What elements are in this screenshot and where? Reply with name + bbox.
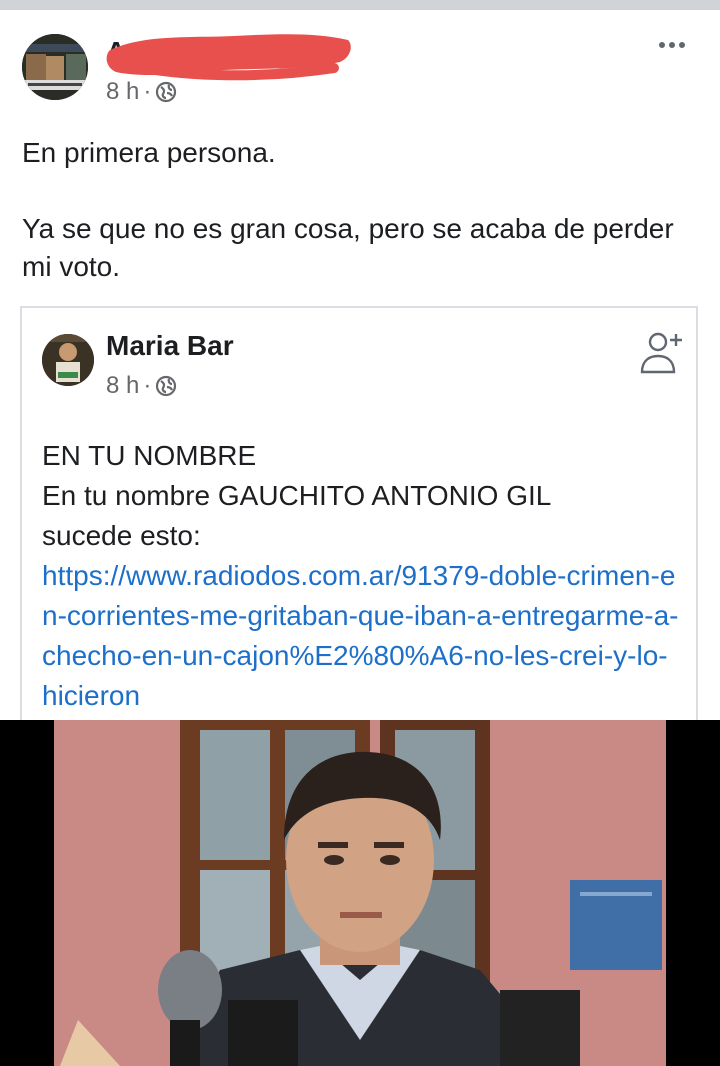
globe-icon: [156, 81, 177, 103]
shared-post-body: EN TU NOMBRE En tu nombre GAUCHITO ANTON…: [42, 436, 682, 716]
more-dot: [679, 42, 685, 48]
shared-text-line: En tu nombre GAUCHITO ANTONIO GIL: [42, 480, 552, 511]
post-text-line: En primera persona.: [22, 137, 276, 168]
author-avatar[interactable]: [22, 34, 88, 100]
photo-image: [0, 720, 720, 1066]
post-body: En primera persona. Ya se que no es gran…: [22, 134, 692, 286]
shared-post-card[interactable]: Maria Bar 8 h · EN TU NOMBRE En tu nombr…: [20, 306, 698, 726]
more-options-button[interactable]: [652, 30, 692, 60]
post-text-line: Ya se que no es gran cosa, pero se acaba…: [22, 213, 674, 282]
meta-separator: ·: [143, 372, 152, 399]
shared-author-avatar[interactable]: [42, 334, 94, 386]
feed-post: A 8 h · En primera persona. Ya se que no…: [0, 10, 720, 1066]
shared-post-time[interactable]: 8 h: [106, 372, 139, 400]
top-divider: [0, 0, 720, 10]
shared-text-line: sucede esto:: [42, 520, 201, 551]
article-link[interactable]: https://www.radiodos.com.ar/91379-doble-…: [42, 556, 682, 716]
redaction-mark: [106, 34, 351, 81]
shared-post-meta: 8 h ·: [106, 372, 177, 400]
more-dot: [669, 42, 675, 48]
more-dot: [659, 42, 665, 48]
shared-photo[interactable]: [0, 720, 720, 1066]
shared-author-name[interactable]: Maria Bar: [106, 330, 234, 362]
post-meta: 8 h ·: [106, 78, 177, 106]
globe-icon: [156, 375, 177, 397]
add-friend-icon[interactable]: [636, 328, 686, 378]
shared-text-line: EN TU NOMBRE: [42, 440, 257, 471]
meta-separator: ·: [143, 78, 152, 105]
post-time[interactable]: 8 h: [106, 78, 139, 106]
